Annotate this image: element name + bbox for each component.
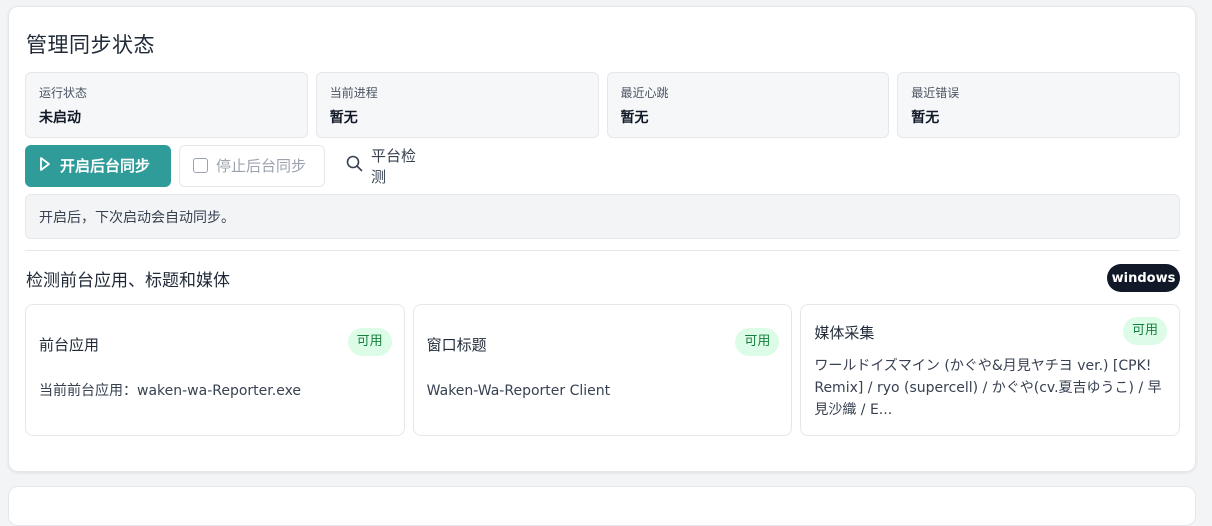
play-icon [38, 156, 52, 176]
next-card [8, 486, 1196, 526]
search-icon [346, 155, 363, 176]
stat-value: 暂无 [620, 110, 649, 126]
detection-title: 检测前台应用、标题和媒体 [26, 271, 230, 291]
stat-label: 最近错误 [911, 86, 960, 100]
feature-cards: 前台应用 可用 当前前台应用：waken-wa-Reporter.exe 窗口标… [25, 304, 1181, 436]
feature-name: 前台应用 [39, 336, 100, 354]
page-title: 管理同步状态 [26, 33, 155, 57]
divider [25, 250, 1180, 251]
platform-detect-label: 平台检测 [371, 146, 417, 186]
start-sync-label: 开启后台同步 [60, 157, 151, 175]
feature-detail: Waken-Wa-Reporter Client [426, 383, 611, 399]
feature-card-foreground-app: 前台应用 可用 当前前台应用：waken-wa-Reporter.exe [25, 304, 405, 436]
stat-value: 暂无 [911, 110, 940, 126]
status-badge: 可用 [347, 328, 392, 356]
stat-run-status: 运行状态 未启动 [25, 72, 308, 138]
stat-current-process: 当前进程 暂无 [315, 72, 599, 138]
stat-last-heartbeat: 最近心跳 暂无 [606, 72, 890, 138]
feature-card-window-title: 窗口标题 可用 Waken-Wa-Reporter Client [412, 304, 793, 436]
sync-status-card: 管理同步状态 运行状态 未启动 当前进程 暂无 最近心跳 暂无 最近错误 暂无 … [8, 6, 1196, 472]
stat-value: 暂无 [329, 110, 358, 126]
platform-badge: windows [1107, 264, 1180, 292]
feature-name: 窗口标题 [426, 336, 487, 354]
feature-card-media-capture: 媒体采集 可用 ワールドイズマイン (かぐや&月見ヤチヨ ver.) [CPK!… [800, 304, 1181, 436]
feature-detail: ワールドイズマイン (かぐや&月見ヤチヨ ver.) [CPK! Remix] … [814, 358, 1162, 418]
info-banner: 开启后，下次启动会自动同步。 [25, 194, 1180, 239]
status-badge: 可用 [735, 328, 780, 356]
checkbox-icon [193, 158, 208, 173]
status-badge: 可用 [1123, 317, 1168, 345]
stat-label: 最近心跳 [620, 86, 669, 100]
stat-last-error: 最近错误 暂无 [897, 72, 1180, 138]
action-bar: 开启后台同步 停止后台同步 平台检测 [25, 144, 443, 187]
stop-sync-label: 停止后台同步 [216, 157, 307, 175]
feature-name: 媒体采集 [814, 324, 875, 342]
stat-value: 未启动 [39, 110, 81, 126]
start-sync-button[interactable]: 开启后台同步 [25, 144, 171, 187]
feature-detail: 当前前台应用：waken-wa-Reporter.exe [39, 383, 302, 399]
stat-label: 当前进程 [329, 86, 378, 100]
stop-sync-button[interactable]: 停止后台同步 [179, 144, 325, 187]
platform-detect-button[interactable]: 平台检测 [333, 145, 443, 187]
status-stats: 运行状态 未启动 当前进程 暂无 最近心跳 暂无 最近错误 暂无 [25, 72, 1180, 138]
stat-label: 运行状态 [39, 86, 88, 100]
